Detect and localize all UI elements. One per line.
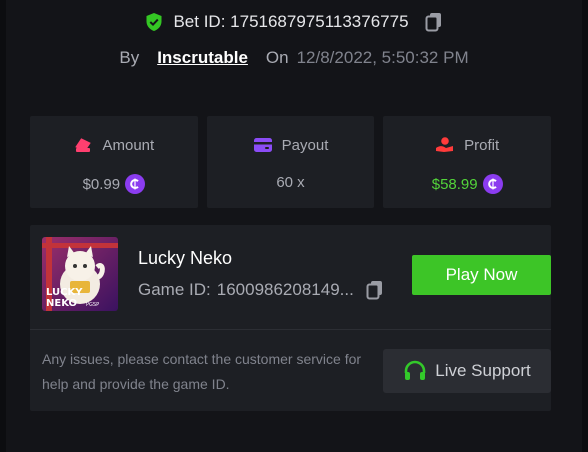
svg-text:NEKO: NEKO	[46, 298, 77, 309]
game-card: LUCKY NEKO PGSP Lucky Neko Game ID: 1600…	[30, 225, 551, 411]
author-row: By Inscrutable On 12/8/2022, 5:50:32 PM	[0, 48, 588, 68]
stat-value: $58.99	[431, 175, 478, 193]
coin-icon	[125, 174, 146, 194]
amount-icon	[75, 138, 92, 152]
game-id-value: 1600986208149...	[216, 280, 354, 299]
help-text: Any issues, please contact the customer …	[42, 351, 362, 392]
stat-value: 60 x	[276, 174, 305, 191]
wallet-icon	[253, 138, 272, 152]
stat-card-amount: Amount $0.99	[30, 116, 198, 208]
game-id-label: Game ID:	[138, 280, 211, 299]
stat-value: $0.99	[82, 175, 121, 193]
stats-row: Amount $0.99 Payout 60 x Profit $58.99	[30, 116, 552, 208]
bet-id-value: 1751687975113376775	[230, 12, 409, 31]
headset-icon	[404, 360, 426, 380]
coin-icon	[482, 174, 503, 194]
svg-text:PGSP: PGSP	[86, 302, 99, 308]
game-title[interactable]: Lucky Neko	[138, 248, 232, 269]
shield-check-icon	[146, 13, 162, 31]
stat-card-payout: Payout 60 x	[206, 116, 375, 208]
by-label: By	[119, 48, 140, 67]
copy-icon[interactable]	[366, 280, 384, 300]
bet-date: 12/8/2022, 5:50:32 PM	[296, 48, 469, 67]
bet-id-text: Bet ID: 1751687975113376775	[173, 12, 408, 32]
on-label: On	[265, 48, 289, 67]
divider	[30, 329, 551, 330]
game-id-row: Game ID: 1600986208149...	[138, 280, 384, 300]
stat-label: Payout	[281, 136, 329, 154]
user-link[interactable]: Inscrutable	[157, 48, 248, 68]
stat-label: Amount	[102, 136, 155, 154]
stat-label: Profit	[464, 136, 500, 154]
bet-id-label: Bet ID:	[173, 12, 226, 31]
svg-text:LUCKY: LUCKY	[46, 287, 83, 298]
live-support-label: Live Support	[435, 361, 531, 380]
bet-id-row: Bet ID: 1751687975113376775	[0, 12, 588, 32]
stat-card-profit: Profit $58.99	[383, 116, 552, 208]
profit-icon	[436, 137, 454, 152]
live-support-button[interactable]: Live Support	[383, 349, 551, 393]
play-now-button[interactable]: Play Now	[412, 255, 551, 295]
copy-icon[interactable]	[425, 12, 443, 32]
game-thumbnail[interactable]: LUCKY NEKO PGSP	[42, 237, 118, 311]
